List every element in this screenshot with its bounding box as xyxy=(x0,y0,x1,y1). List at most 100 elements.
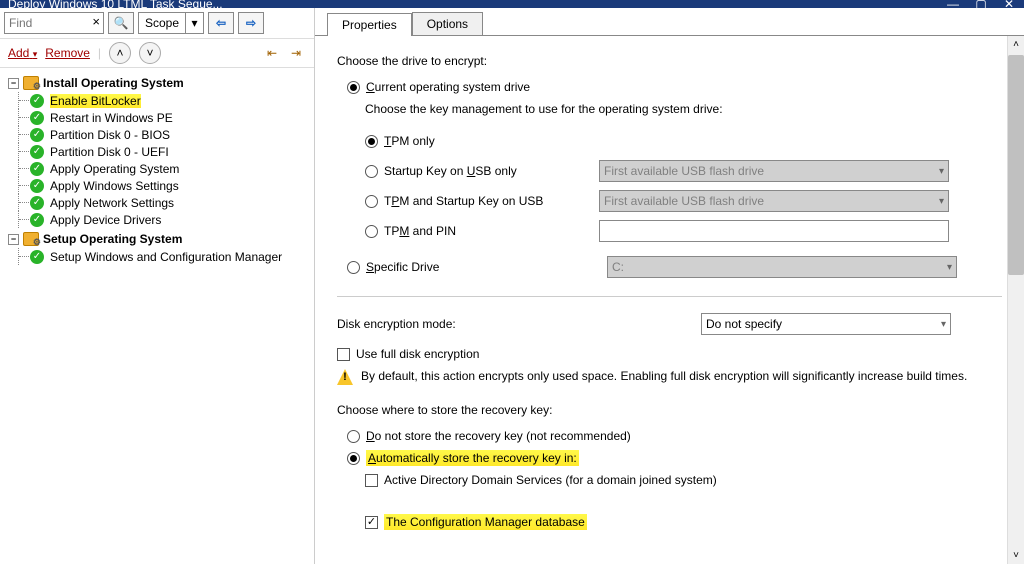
chevron-down-icon: ▾ xyxy=(939,196,944,207)
chevron-down-icon: ▾ xyxy=(939,166,944,177)
tree-step[interactable]: ✓ Partition Disk 0 - BIOS xyxy=(30,126,310,143)
enc-mode-select[interactable]: Do not specify ▾ xyxy=(701,313,951,335)
tree-step-label: Partition Disk 0 - UEFI xyxy=(50,145,169,159)
maximize-button[interactable]: ▢ xyxy=(974,0,988,8)
tab-options[interactable]: Options xyxy=(412,12,483,35)
tree-step[interactable]: ✓Apply Network Settings xyxy=(30,194,310,211)
tree-step[interactable]: ✓ Enable BitLocker xyxy=(30,92,310,109)
remove-step-button[interactable]: Remove xyxy=(45,46,90,60)
move-down-button[interactable]: ˅ xyxy=(139,42,161,64)
scope-label: Scope xyxy=(139,16,185,30)
check-icon: ✓ xyxy=(30,111,44,125)
folder-gear-icon xyxy=(23,232,39,246)
checkbox-cm-db[interactable] xyxy=(365,516,378,529)
tree-step-label: Apply Operating System xyxy=(50,162,179,176)
close-button[interactable]: ✕ xyxy=(1002,0,1016,8)
checkbox-full-disk[interactable] xyxy=(337,348,350,361)
divider xyxy=(337,296,1002,297)
find-prev-button[interactable]: ⇦ xyxy=(208,12,234,34)
radio-label[interactable]: Automatically store the recovery key in:… xyxy=(366,450,579,466)
tree-step[interactable]: ✓ Apply Operating System xyxy=(30,160,310,177)
tree-group-label: Setup Operating System xyxy=(43,232,182,246)
tree-step-label: Setup Windows and Configuration Manager xyxy=(50,250,282,264)
collapse-icon[interactable]: − xyxy=(8,78,19,89)
move-up-button[interactable]: ˄ xyxy=(109,42,131,64)
check-icon: ✓ xyxy=(30,145,44,159)
add-step-button[interactable]: Add ▾ xyxy=(8,46,37,60)
radio-auto-recovery[interactable] xyxy=(347,452,360,465)
check-icon: ✓ xyxy=(30,128,44,142)
radio-label[interactable]: Startup Key on USB onlyStartup Key on US… xyxy=(384,164,517,178)
properties-panel: Choose the drive to encrypt: CCurrent op… xyxy=(315,36,1024,564)
tree-step[interactable]: ✓ Partition Disk 0 - UEFI xyxy=(30,143,310,160)
tree-step[interactable]: ✓Setup Windows and Configuration Manager xyxy=(30,248,310,265)
radio-label[interactable]: CCurrent operating system driveurrent op… xyxy=(366,80,530,94)
chevron-down-icon: ▾ xyxy=(33,49,38,59)
indent-icon: ⇥ xyxy=(291,46,301,60)
tree-step[interactable]: ✓Apply Device Drivers xyxy=(30,211,310,228)
tree-group-install-os[interactable]: − Install Operating System xyxy=(8,74,310,92)
usb-drive-select-2: First available USB flash drive ▾ xyxy=(599,190,949,212)
check-icon: ✓ xyxy=(30,196,44,210)
tree-step-label: Partition Disk 0 - BIOS xyxy=(50,128,170,142)
tab-bar: Properties Options xyxy=(315,8,1024,36)
folder-gear-icon xyxy=(23,76,39,90)
arrow-down-icon: ˅ xyxy=(147,46,154,60)
search-button[interactable]: 🔍 xyxy=(108,12,134,34)
window-title: Deploy Windows 10 LTML Task Seque... xyxy=(8,0,223,8)
select-value: C: xyxy=(612,260,624,274)
clear-find-icon[interactable]: × xyxy=(92,14,100,29)
enc-mode-label: Disk encryption mode: xyxy=(337,317,677,331)
check-icon: ✓ xyxy=(30,179,44,193)
radio-label[interactable]: Specific DriveSpecific Drive xyxy=(366,260,439,274)
scroll-down-icon[interactable]: ˅ xyxy=(1008,547,1024,564)
minimize-button[interactable]: — xyxy=(946,0,960,8)
radio-tpm-pin[interactable] xyxy=(365,225,378,238)
select-value: Do not specify xyxy=(706,317,782,331)
radio-tpm-usb[interactable] xyxy=(365,195,378,208)
radio-label[interactable]: TPM onlyTPM only xyxy=(384,134,435,148)
arrow-right-icon: ⇨ xyxy=(246,16,256,30)
scroll-up-icon[interactable]: ˄ xyxy=(1008,36,1024,53)
tree-step-label: Apply Windows Settings xyxy=(50,179,179,193)
checkbox-label[interactable]: The Configuration Manager databaseThe Co… xyxy=(384,514,587,530)
indent-button[interactable]: ⇥ xyxy=(286,43,306,63)
arrow-left-icon: ⇦ xyxy=(216,16,226,30)
tree-group-setup-os[interactable]: − Setup Operating System xyxy=(8,230,310,248)
radio-no-recovery[interactable] xyxy=(347,430,360,443)
keymgmt-label: Choose the key management to use for the… xyxy=(365,102,1002,116)
tree-step-label: Enable BitLocker xyxy=(50,94,141,108)
tree-step-label: Restart in Windows PE xyxy=(50,111,173,125)
separator: | xyxy=(98,46,101,60)
tree-step-label: Apply Device Drivers xyxy=(50,213,161,227)
check-icon: ✓ xyxy=(30,94,44,108)
checkbox-ad-ds[interactable] xyxy=(365,474,378,487)
tree-step[interactable]: ✓ Apply Windows Settings xyxy=(30,177,310,194)
radio-label[interactable]: TPM and Startup Key on USBTPM and Startu… xyxy=(384,194,543,208)
checkbox-label[interactable]: Active Directory Domain Services (for a … xyxy=(384,473,717,487)
warning-icon: ! xyxy=(337,369,353,385)
select-value: First available USB flash drive xyxy=(604,164,764,178)
window-title-bar: Deploy Windows 10 LTML Task Seque... — ▢… xyxy=(0,0,1024,8)
scope-dropdown[interactable]: Scope ▾ xyxy=(138,12,204,34)
radio-current-drive[interactable] xyxy=(347,81,360,94)
scrollbar-thumb[interactable] xyxy=(1008,55,1024,275)
checkbox-label[interactable]: Use full disk encryptionUse full disk en… xyxy=(356,347,479,361)
task-sequence-tree: − Install Operating System ✓ Enable BitLo… xyxy=(0,68,314,564)
collapse-icon[interactable]: − xyxy=(8,234,19,245)
radio-usb-only[interactable] xyxy=(365,165,378,178)
radio-tpm-only[interactable] xyxy=(365,135,378,148)
outdent-button[interactable]: ⇤ xyxy=(262,43,282,63)
specific-drive-select: C: ▾ xyxy=(607,256,957,278)
check-icon: ✓ xyxy=(30,162,44,176)
radio-label[interactable]: TPM and PINTPM and PIN xyxy=(384,224,456,238)
tree-group-label: Install Operating System xyxy=(43,76,184,90)
pin-input[interactable] xyxy=(599,220,949,242)
find-input[interactable] xyxy=(4,12,104,34)
tab-properties[interactable]: Properties xyxy=(327,13,412,36)
find-next-button[interactable]: ⇨ xyxy=(238,12,264,34)
vertical-scrollbar[interactable]: ˄ ˅ xyxy=(1007,36,1024,564)
radio-specific-drive[interactable] xyxy=(347,261,360,274)
radio-label[interactable]: Do not store the recovery key (not recom… xyxy=(366,429,631,443)
tree-step[interactable]: ✓ Restart in Windows PE xyxy=(30,109,310,126)
